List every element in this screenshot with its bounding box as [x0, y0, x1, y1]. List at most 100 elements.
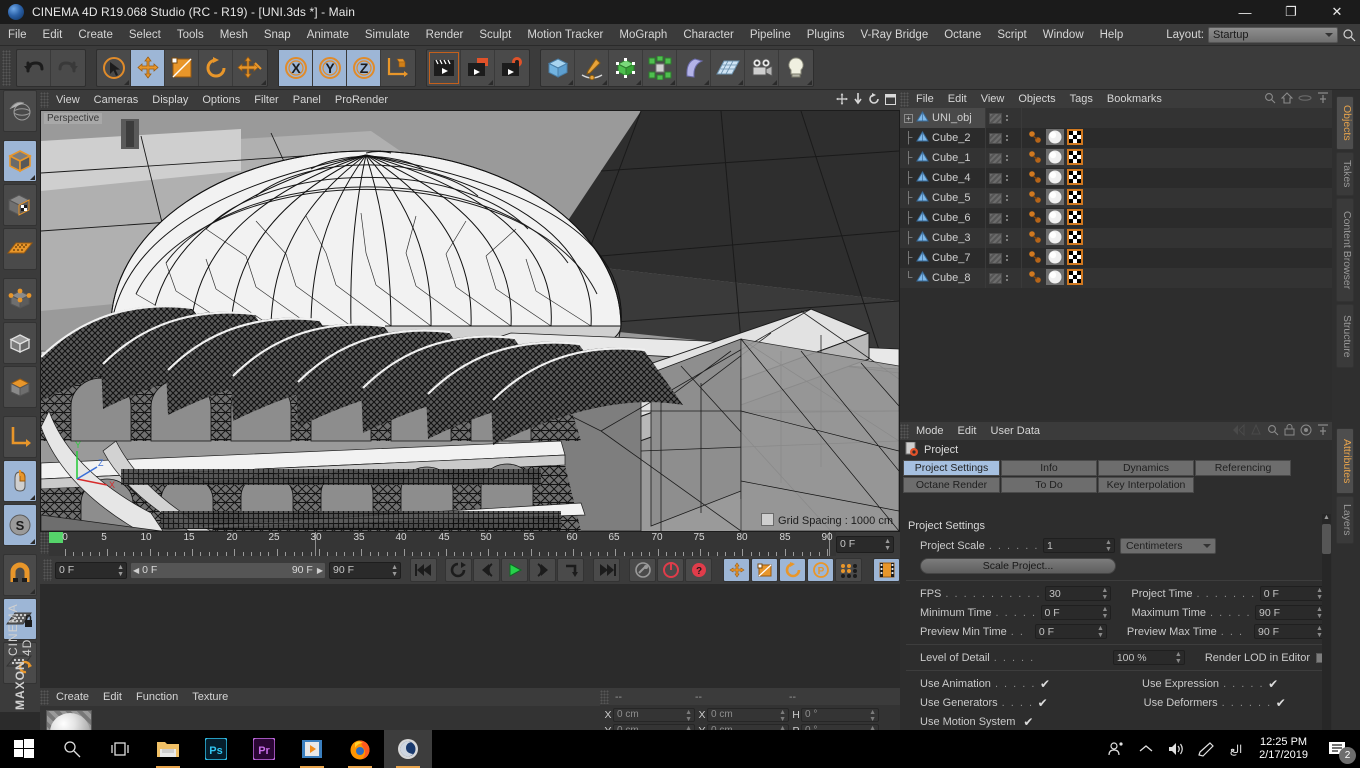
- om-menu-bookmarks[interactable]: Bookmarks: [1100, 90, 1169, 108]
- current-frame-field[interactable]: 0 F ▲ ▼: [836, 535, 894, 553]
- material-tag[interactable]: [1046, 188, 1064, 208]
- dock-tab-structure[interactable]: Structure: [1336, 304, 1354, 368]
- range-left-arrow-icon[interactable]: ◀: [133, 566, 139, 575]
- object-visibility-dots[interactable]: [985, 128, 1022, 148]
- object-visibility-dots[interactable]: [985, 168, 1022, 188]
- attribute-scrollbar[interactable]: ▲ ▼: [1322, 514, 1331, 750]
- add-layer-icon[interactable]: [1317, 92, 1329, 107]
- premiere-button[interactable]: Pr: [240, 730, 288, 768]
- timeline-grip[interactable]: [40, 532, 49, 554]
- minimum-time-field[interactable]: 0 F ▲ ▼: [1040, 605, 1112, 620]
- om-menu-view[interactable]: View: [974, 90, 1012, 108]
- object-name-cell[interactable]: ├ Cube_1: [900, 148, 985, 168]
- layer-swatch-icon[interactable]: [989, 112, 1002, 124]
- texture-tag[interactable]: [1067, 168, 1083, 188]
- spinner-icon[interactable]: ▲▼: [884, 538, 891, 552]
- rotation-key-button[interactable]: [779, 558, 806, 582]
- file-explorer-button[interactable]: [144, 730, 192, 768]
- visibility-dots-icon[interactable]: [1006, 275, 1008, 281]
- soft-selection-button[interactable]: S: [3, 504, 37, 546]
- scale-project-button[interactable]: Scale Project...: [920, 558, 1116, 574]
- lod-field[interactable]: 100 % ▲ ▼: [1112, 650, 1185, 665]
- viewport-menu-view[interactable]: View: [49, 90, 87, 110]
- attribute-grip[interactable]: [900, 423, 909, 439]
- layer-swatch-icon[interactable]: [989, 232, 1002, 244]
- pen-icon[interactable]: [1191, 730, 1221, 768]
- viewport-menu-options[interactable]: Options: [195, 90, 247, 110]
- attr-menu-mode[interactable]: Mode: [909, 422, 951, 440]
- add-light-button[interactable]: [779, 50, 813, 86]
- redo-button[interactable]: [51, 50, 85, 86]
- timeline-filmstrip-button[interactable]: [873, 558, 900, 582]
- scrollbar-thumb[interactable]: [1322, 524, 1331, 554]
- undo-view-button[interactable]: [3, 90, 37, 132]
- transport-grip[interactable]: [43, 559, 52, 581]
- project-scale-field[interactable]: 1 ▲ ▼: [1042, 538, 1115, 553]
- visibility-dots-icon[interactable]: [1006, 215, 1008, 221]
- material-menu-function[interactable]: Function: [129, 688, 185, 706]
- spinner-icon[interactable]: ▲▼: [391, 564, 398, 578]
- object-name-cell[interactable]: + UNI_obj: [900, 108, 985, 128]
- snap-magnet-button[interactable]: [3, 554, 37, 596]
- phong-tag[interactable]: [1027, 229, 1043, 248]
- object-tree[interactable]: + UNI_obj ├ Cube_2 ├ Cube_1 ├ Cube_4 ├ C…: [900, 108, 1332, 420]
- attr-menu-user-data[interactable]: User Data: [984, 422, 1048, 440]
- project-scale-unit-select[interactable]: Centimeters: [1119, 537, 1216, 554]
- object-name-cell[interactable]: ├ Cube_2: [900, 128, 985, 148]
- scale-tool[interactable]: [165, 49, 199, 86]
- viewport-grip[interactable]: [40, 92, 49, 108]
- phong-tag[interactable]: [1027, 269, 1043, 288]
- material-menu-texture[interactable]: Texture: [185, 688, 235, 706]
- position-x-field[interactable]: 0 cm ▲ ▼: [613, 707, 695, 723]
- table-row[interactable]: ├ Cube_1: [900, 148, 1332, 168]
- spinner-icon[interactable]: ▲▼: [117, 564, 124, 578]
- close-button[interactable]: ✕: [1314, 0, 1360, 24]
- start-button[interactable]: [0, 730, 48, 768]
- table-row[interactable]: ├ Cube_4: [900, 168, 1332, 188]
- add-deformer-button[interactable]: [677, 49, 711, 86]
- object-name-cell[interactable]: ├ Cube_7: [900, 248, 985, 268]
- layer-swatch-icon[interactable]: [989, 252, 1002, 264]
- current-frame-marker[interactable]: [49, 532, 63, 543]
- phong-tag[interactable]: [1027, 189, 1043, 208]
- texture-tag[interactable]: [1067, 268, 1083, 288]
- spinner-icon[interactable]: ▲▼: [869, 709, 876, 723]
- tab-octane-render[interactable]: Octane Render: [903, 477, 1000, 493]
- show-hidden-icons-icon[interactable]: [1131, 730, 1161, 768]
- texture-tag[interactable]: [1067, 148, 1083, 168]
- preview-range-bar[interactable]: ◀ 0 F 90 F ▶: [130, 561, 326, 579]
- maximize-button[interactable]: ❐: [1268, 0, 1314, 24]
- range-right-arrow-icon[interactable]: ▶: [317, 566, 323, 575]
- add-camera-button[interactable]: [745, 49, 779, 86]
- maximize-icon[interactable]: [885, 93, 896, 108]
- use-animation-checkbox[interactable]: ✔: [1040, 677, 1050, 691]
- table-row[interactable]: ├ Cube_3: [900, 228, 1332, 248]
- keyframe-selection-button[interactable]: ?: [685, 558, 712, 582]
- visibility-dots-icon[interactable]: [1006, 115, 1008, 121]
- table-row[interactable]: └ Cube_8: [900, 268, 1332, 288]
- search-taskbar-button[interactable]: [48, 730, 96, 768]
- viewport-menu-panel[interactable]: Panel: [286, 90, 328, 110]
- use-deformers-checkbox[interactable]: ✔: [1276, 696, 1286, 710]
- table-row[interactable]: ├ Cube_7: [900, 248, 1332, 268]
- material-tag[interactable]: [1046, 148, 1064, 168]
- undo-button[interactable]: [17, 49, 51, 86]
- object-visibility-dots[interactable]: [985, 248, 1022, 268]
- coordinates-grip[interactable]: [600, 689, 609, 704]
- phong-tag[interactable]: [1027, 209, 1043, 228]
- menu-item-snap[interactable]: Snap: [256, 24, 299, 46]
- phong-tag[interactable]: [1027, 169, 1043, 188]
- minimize-button[interactable]: —: [1222, 0, 1268, 24]
- go-to-end-button[interactable]: [593, 558, 620, 582]
- layer-swatch-icon[interactable]: [989, 152, 1002, 164]
- zoom-icon[interactable]: [853, 93, 863, 108]
- menu-item-animate[interactable]: Animate: [299, 24, 357, 46]
- menu-item-file[interactable]: File: [0, 24, 35, 46]
- preview-max-field[interactable]: 90 F ▲ ▼: [1253, 624, 1326, 639]
- autokeying-button[interactable]: [657, 558, 684, 582]
- tab-dynamics[interactable]: Dynamics: [1098, 460, 1194, 476]
- tab-info[interactable]: Info: [1001, 460, 1097, 476]
- material-menu-create[interactable]: Create: [49, 688, 96, 706]
- menu-item-sculpt[interactable]: Sculpt: [471, 24, 519, 46]
- dock-tab-objects[interactable]: Objects: [1336, 96, 1354, 150]
